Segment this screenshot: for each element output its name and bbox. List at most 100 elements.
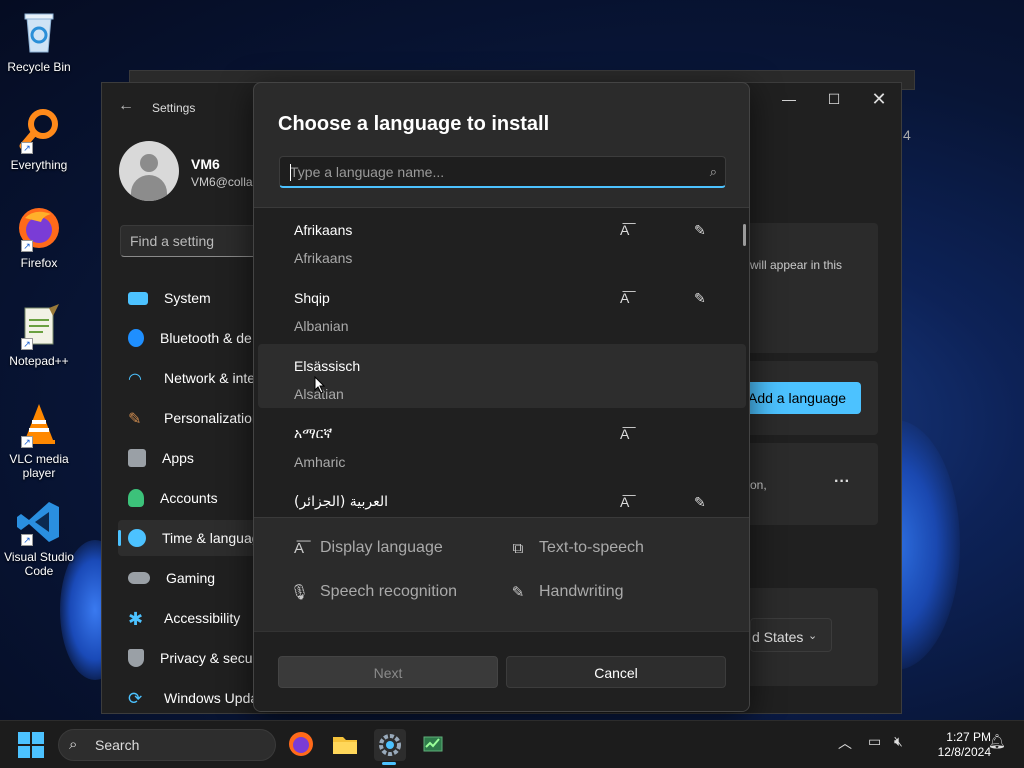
display-language-icon: A͞ — [620, 222, 630, 238]
shortcut-arrow-icon: ↗ — [21, 142, 33, 154]
shortcut-arrow-icon: ↗ — [21, 240, 33, 252]
system-icon — [128, 291, 148, 305]
sidebar-item-label: Windows Upda — [164, 690, 259, 706]
display-language-icon: A͞ — [620, 290, 630, 306]
firefox-icon: ↗ — [15, 204, 63, 252]
sidebar-item-label: Privacy & secu — [160, 650, 253, 666]
language-native-name: Afrikaans — [294, 222, 353, 238]
shortcut-arrow-icon: ↗ — [21, 534, 33, 546]
maximize-button[interactable]: ☐ — [811, 91, 857, 108]
sidebar-item-label: Accounts — [160, 490, 218, 506]
user-email: VM6@collab — [191, 175, 260, 189]
sidebar-item-label: Personalization — [164, 410, 260, 426]
microphone-icon: 🎙︎ — [290, 584, 310, 601]
network-icon[interactable]: ▭ — [868, 733, 881, 750]
language-entry-text: on, — [750, 478, 767, 492]
legend-label: Speech recognition — [320, 583, 457, 600]
handwriting-icon: ✎ — [694, 222, 706, 238]
language-list-item[interactable]: Afrikaans Afrikaans A͞ ✎ — [258, 208, 746, 272]
dialog-title: Choose a language to install — [278, 113, 550, 135]
desktop-icon-vlc[interactable]: ↗ VLC media player — [4, 400, 74, 480]
apps-icon — [128, 449, 146, 467]
language-list-item[interactable]: العربية (الجزائر) A͞ ✎ — [258, 480, 746, 517]
clock-date: 12/8/2024 — [937, 745, 991, 759]
dialog-footer: Next Cancel — [254, 631, 749, 711]
language-native-name: العربية (الجزائر) — [294, 494, 389, 510]
language-list-item[interactable]: Shqip Albanian A͞ ✎ — [258, 276, 746, 340]
desktop-icon-everything[interactable]: ↗ Everything — [4, 106, 74, 172]
user-name: VM6 — [191, 156, 220, 172]
minimize-button[interactable]: — — [766, 91, 812, 107]
language-list-item[interactable]: አማርኛ Amharic A͞ — [258, 412, 746, 476]
taskbar-search[interactable]: ⌕ Search — [58, 729, 276, 761]
header-badge: 4 — [903, 127, 911, 143]
settings-title: Settings — [152, 101, 196, 115]
language-order-card — [742, 223, 878, 353]
cancel-button[interactable]: Cancel — [506, 656, 726, 688]
feature-legend: A͞ Display language ⧉ Text-to-speech 🎙︎ … — [254, 519, 749, 631]
chevron-up-icon[interactable]: ︿ — [838, 733, 852, 753]
taskbar-file-explorer[interactable] — [330, 729, 362, 761]
legend-display-language: A͞ Display language — [290, 539, 443, 557]
legend-speech-recognition: 🎙︎ Speech recognition — [290, 583, 457, 601]
legend-label: Display language — [320, 539, 443, 556]
sidebar-item-label: Apps — [162, 450, 194, 466]
wifi-icon: ◠ — [128, 371, 142, 388]
desktop-icon-label: Visual Studio Code — [4, 550, 74, 578]
display-language-icon: A͞ — [620, 494, 630, 510]
active-app-indicator — [382, 762, 396, 765]
start-button[interactable] — [17, 731, 49, 763]
taskbar: ⌕ Search ︿ ▭ 🔇︎ 1:27 PM 12/8/2024 🔔︎ — [0, 720, 1024, 768]
more-options-button[interactable]: ··· — [834, 473, 850, 491]
file-explorer-icon — [333, 737, 357, 754]
desktop-icon-notepadpp[interactable]: ↗ Notepad++ — [4, 302, 74, 368]
bluetooth-icon — [128, 329, 144, 347]
language-search-input[interactable] — [290, 162, 690, 182]
taskbar-settings[interactable] — [374, 729, 406, 761]
language-order-text: will appear in this — [750, 258, 843, 272]
region-dropdown-value: d States — [752, 629, 804, 645]
close-button[interactable]: ✕ — [856, 89, 902, 110]
desktop-icon-firefox[interactable]: ↗ Firefox — [4, 204, 74, 270]
display-language-icon: A͞ — [620, 426, 630, 442]
vscode-icon: ↗ — [15, 498, 63, 546]
vlc-icon: ↗ — [15, 400, 63, 448]
language-list-item[interactable]: Elsässisch Alsatian — [258, 344, 746, 408]
desktop-icon-label: Firefox — [20, 256, 58, 270]
search-icon: ⌕ — [69, 736, 78, 753]
sidebar-item-label: Gaming — [166, 570, 216, 586]
legend-text-to-speech: ⧉ Text-to-speech — [509, 539, 644, 557]
add-language-button[interactable]: Add a language — [745, 382, 861, 414]
legend-handwriting: ✎ Handwriting — [509, 583, 624, 601]
language-native-name: Shqip — [294, 290, 330, 306]
sidebar-item-label: Time & languag — [162, 530, 260, 546]
clock-time: 1:27 PM — [946, 730, 991, 744]
language-native-name: አማርኛ — [294, 426, 333, 442]
task-manager-icon — [423, 736, 443, 752]
taskbar-task-manager[interactable] — [418, 729, 450, 761]
gaming-icon — [128, 572, 150, 584]
desktop-icon-label: VLC media player — [9, 452, 69, 480]
taskbar-search-label: Search — [95, 737, 140, 753]
desktop-icon-recycle-bin[interactable]: Recycle Bin — [4, 8, 74, 74]
list-scrollbar[interactable] — [743, 224, 746, 246]
back-arrow-icon[interactable]: ← — [118, 97, 134, 115]
taskbar-firefox[interactable] — [286, 729, 318, 761]
notification-bell-icon[interactable]: 🔔︎ — [988, 733, 1006, 750]
chevron-down-icon: ⌄ — [808, 630, 818, 642]
language-search-box[interactable]: ⌕ — [279, 156, 726, 188]
language-list[interactable]: Afrikaans Afrikaans A͞ ✎ Shqip Albanian … — [254, 207, 749, 518]
next-button[interactable]: Next — [278, 656, 498, 688]
time-language-icon — [128, 529, 146, 547]
text-to-speech-icon: ⧉ — [512, 539, 524, 557]
volume-muted-icon[interactable]: 🔇︎ — [894, 733, 903, 750]
mouse-cursor-icon — [314, 376, 326, 394]
settings-icon — [379, 734, 401, 756]
sidebar-item-label: Accessibility — [164, 610, 241, 626]
taskbar-clock[interactable]: 1:27 PM 12/8/2024 — [915, 730, 991, 760]
desktop-icon-vscode[interactable]: ↗ Visual Studio Code — [4, 498, 74, 578]
desktop-icon-label: Everything — [10, 158, 68, 172]
handwriting-icon: ✎ — [694, 494, 706, 510]
avatar[interactable] — [119, 141, 179, 201]
text-caret — [290, 164, 291, 181]
